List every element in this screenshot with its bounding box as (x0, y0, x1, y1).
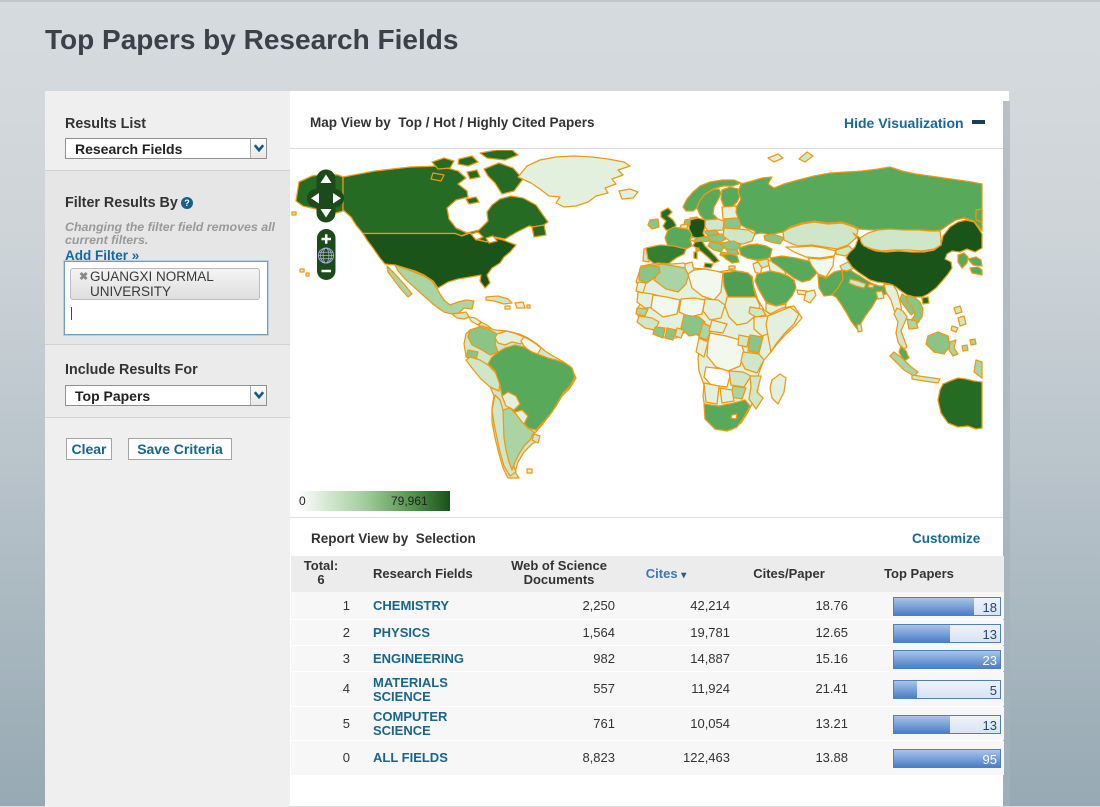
svg-text:0: 0 (299, 494, 306, 508)
svg-text:?: ? (184, 198, 190, 208)
svg-text:79,961: 79,961 (391, 494, 428, 508)
